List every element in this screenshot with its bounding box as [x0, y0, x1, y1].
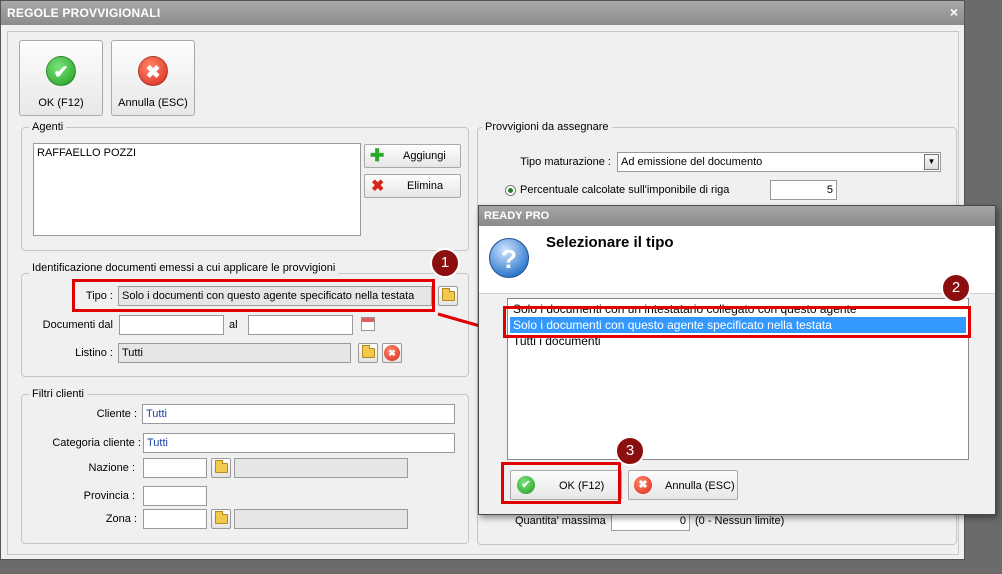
- documenti-dal-input[interactable]: [119, 315, 224, 335]
- documenti-dal-label: Documenti dal: [42, 319, 113, 331]
- tipo-maturazione-select[interactable]: Ad emissione del documento ▼: [617, 152, 941, 172]
- documenti-al-input[interactable]: [248, 315, 353, 335]
- listino-browse-button[interactable]: [358, 343, 378, 363]
- percentuale-input[interactable]: 5: [770, 180, 837, 200]
- quantita-label: Quantita' massima: [515, 515, 606, 527]
- check-icon: ✔: [46, 56, 76, 86]
- dialog-cancel-label: Annulla (ESC): [665, 480, 735, 492]
- calendar-icon[interactable]: [361, 317, 375, 331]
- window-titlebar: REGOLE PROVVIGIONALI: [1, 1, 964, 25]
- zona-browse-button[interactable]: [211, 509, 231, 529]
- listino-label: Listino :: [75, 347, 113, 359]
- cancel-button[interactable]: ✖ Annulla (ESC): [111, 40, 195, 116]
- provvigioni-group-label: Provvigioni da assegnare: [482, 121, 612, 133]
- aggiungi-button[interactable]: ✚ Aggiungi: [364, 144, 461, 168]
- tipo-maturazione-label: Tipo maturazione :: [520, 156, 611, 168]
- listino-field[interactable]: Tutti: [118, 343, 351, 363]
- categoria-label: Categoria cliente :: [52, 437, 141, 449]
- dialog-titlebar: READY PRO: [479, 206, 995, 226]
- step-badge-2: 2: [941, 273, 971, 303]
- cliente-field[interactable]: Tutti: [142, 404, 455, 424]
- dialog-cancel-button[interactable]: ✖ Annulla (ESC): [628, 470, 738, 500]
- cancel-button-label: Annulla (ESC): [118, 97, 188, 109]
- nazione-input[interactable]: [143, 458, 207, 478]
- highlight-frame-option: [503, 306, 971, 338]
- quantita-note: (0 - Nessun limite): [695, 515, 785, 527]
- dialog-title: READY PRO: [484, 210, 550, 222]
- cancel-x-icon: ✖: [634, 476, 652, 494]
- agenti-list-item[interactable]: RAFFAELLO POZZI: [37, 147, 136, 159]
- step-badge-1: 1: [430, 248, 460, 278]
- identificazione-group-label: Identificazione documenti emessi a cui a…: [29, 262, 339, 274]
- highlight-frame-tipo: [72, 279, 435, 312]
- remove-x-icon: ✖: [371, 178, 385, 195]
- listino-clear-button[interactable]: ✖: [382, 343, 402, 363]
- al-label: al: [229, 319, 238, 331]
- dialog-header: ? Selezionare il tipo: [479, 226, 995, 294]
- elimina-button[interactable]: ✖ Elimina: [364, 174, 461, 198]
- folder-icon: [362, 345, 375, 358]
- nazione-description: [234, 458, 408, 478]
- clear-x-icon: ✖: [384, 345, 400, 361]
- elimina-label: Elimina: [407, 180, 444, 192]
- question-icon: ?: [489, 238, 529, 278]
- folder-icon: [215, 511, 228, 524]
- folder-icon: [442, 288, 455, 301]
- close-icon[interactable]: ×: [950, 4, 958, 20]
- cliente-label: Cliente :: [96, 408, 137, 420]
- zona-label: Zona :: [105, 513, 137, 525]
- nazione-label: Nazione :: [88, 462, 135, 474]
- percentuale-radio[interactable]: [505, 185, 516, 196]
- folder-icon: [215, 460, 228, 473]
- highlight-frame-ok: [501, 462, 621, 504]
- step-badge-3: 3: [615, 436, 645, 466]
- chevron-down-icon[interactable]: ▼: [924, 154, 939, 170]
- categoria-field[interactable]: Tutti: [143, 433, 455, 453]
- agenti-list[interactable]: RAFFAELLO POZZI: [33, 143, 361, 236]
- ok-button-label: OK (F12): [38, 97, 84, 109]
- zona-description: [234, 509, 408, 529]
- percentuale-label: Percentuale calcolate sull'imponibile di…: [520, 184, 730, 196]
- tipo-browse-button[interactable]: [438, 286, 458, 306]
- aggiungi-label: Aggiungi: [403, 150, 446, 162]
- zona-input[interactable]: [143, 509, 207, 529]
- agenti-group-label: Agenti: [29, 121, 67, 133]
- filtri-group-label: Filtri clienti: [29, 388, 87, 400]
- provincia-label: Provincia :: [83, 490, 135, 502]
- nazione-browse-button[interactable]: [211, 458, 231, 478]
- cancel-x-icon: ✖: [138, 56, 168, 86]
- window-title: REGOLE PROVVIGIONALI: [7, 6, 161, 20]
- ok-button[interactable]: ✔ OK (F12): [19, 40, 103, 116]
- provincia-input[interactable]: [143, 486, 207, 506]
- plus-icon: ✚: [370, 146, 385, 165]
- tipo-maturazione-value: Ad emissione del documento: [621, 156, 763, 168]
- dialog-heading: Selezionare il tipo: [546, 234, 674, 251]
